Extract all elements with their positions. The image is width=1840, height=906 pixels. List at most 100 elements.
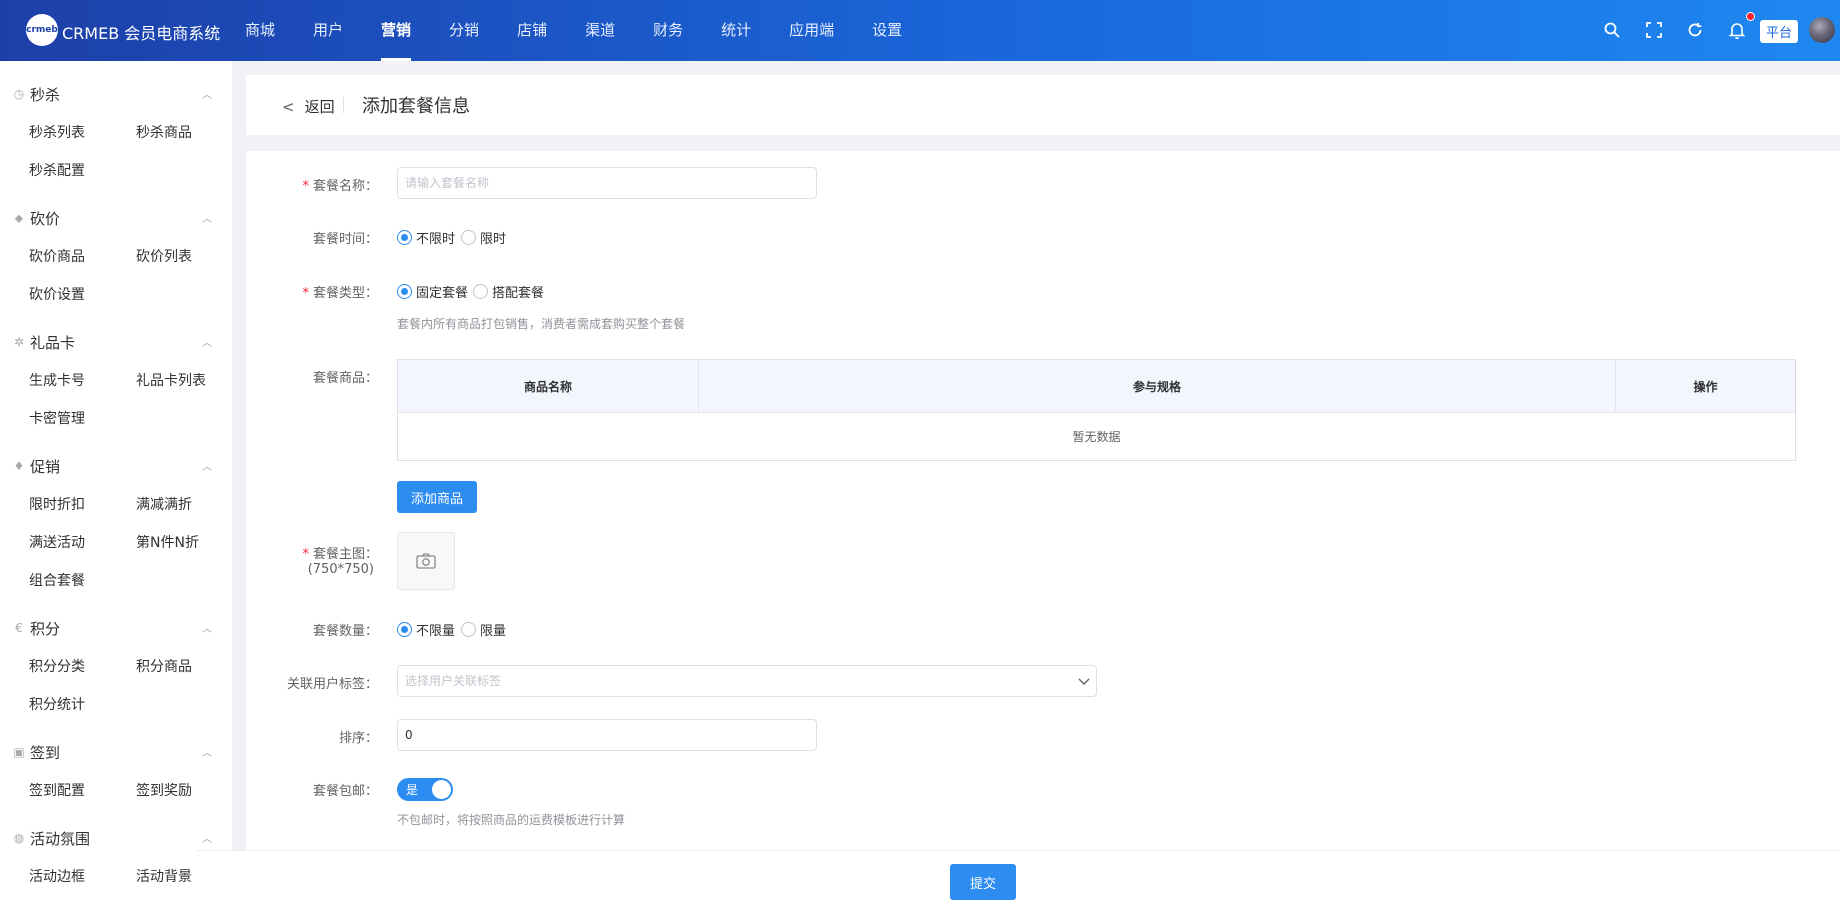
radio-circle-checked bbox=[397, 283, 412, 299]
sidebar-item[interactable]: 秒杀商品 bbox=[136, 122, 192, 142]
sidebar-group-title: 礼品卡 bbox=[30, 333, 76, 352]
chevron-up-icon[interactable]: ︿ bbox=[202, 334, 212, 349]
form-label-quantity: 套餐数量： bbox=[312, 624, 378, 639]
switch-label: 是 bbox=[406, 783, 419, 797]
sidebar-group-header[interactable]: ♦ 促销 bbox=[12, 456, 60, 476]
sidebar-item[interactable]: 卡密管理 bbox=[29, 408, 85, 428]
sidebar-item[interactable]: 满送活动 bbox=[29, 532, 85, 552]
sidebar-group-header[interactable]: ◷ 秒杀 bbox=[12, 84, 60, 104]
nav-item-users[interactable]: 用户 bbox=[294, 0, 362, 61]
label-text: 套餐类型： bbox=[312, 286, 378, 301]
user-tag-select[interactable]: 选择用户关联标签 bbox=[397, 665, 1097, 697]
radio-mix-package[interactable]: 搭配套餐 bbox=[473, 282, 544, 301]
products-table: 商品名称 参与规格 操作 暂无数据 bbox=[397, 359, 1796, 461]
back-button[interactable]: < 返回 bbox=[282, 96, 335, 117]
sidebar-item[interactable]: 积分统计 bbox=[29, 694, 85, 714]
nav-item-apps[interactable]: 应用端 bbox=[770, 0, 853, 61]
add-product-button[interactable]: 添加商品 bbox=[397, 481, 477, 513]
switch-knob bbox=[432, 780, 451, 799]
radio-unlimited-time[interactable]: 不限时 bbox=[397, 228, 455, 247]
radio-circle bbox=[461, 621, 476, 637]
radio-unlimited-quantity[interactable]: 不限量 bbox=[397, 620, 456, 639]
gear-icon: ✲ bbox=[13, 335, 25, 349]
sidebar-group-title: 秒杀 bbox=[30, 85, 61, 104]
sidebar-item[interactable]: 积分商品 bbox=[136, 656, 192, 676]
refresh-icon[interactable] bbox=[1683, 18, 1707, 42]
chevron-up-icon[interactable]: ︿ bbox=[202, 620, 212, 635]
sidebar-item-combo-active[interactable]: 组合套餐 bbox=[29, 570, 85, 590]
form-label-time: 套餐时间： bbox=[312, 232, 378, 247]
sidebar-group-title: 签到 bbox=[30, 743, 61, 762]
package-type-hint: 套餐内所有商品打包销售，消费者需成套购买整个套餐 bbox=[397, 317, 686, 331]
sidebar-group-header[interactable]: ⬥ 砍价 bbox=[12, 208, 60, 228]
sidebar-item[interactable]: 秒杀配置 bbox=[29, 160, 85, 180]
chevron-up-icon[interactable]: ︿ bbox=[202, 830, 212, 845]
required-mark: * bbox=[302, 286, 309, 301]
nav-item-statistics[interactable]: 统计 bbox=[702, 0, 770, 61]
submit-button[interactable]: 提交 bbox=[950, 864, 1016, 900]
sidebar-item[interactable]: 签到奖励 bbox=[136, 780, 192, 800]
radio-limited-quantity[interactable]: 限量 bbox=[461, 620, 506, 639]
nav-item-marketing[interactable]: 营销 bbox=[362, 0, 430, 61]
nav-item-mall[interactable]: 商城 bbox=[226, 0, 294, 61]
nav-item-store[interactable]: 店铺 bbox=[498, 0, 566, 61]
chevron-up-icon[interactable]: ︿ bbox=[202, 458, 212, 473]
bell-icon[interactable] bbox=[1725, 18, 1749, 42]
radio-circle-checked bbox=[397, 229, 412, 245]
sidebar-item[interactable]: 活动边框 bbox=[29, 866, 85, 886]
sidebar-item[interactable]: 积分分类 bbox=[29, 656, 85, 676]
nav-item-finance[interactable]: 财务 bbox=[634, 0, 702, 61]
top-header: crmeb CRMEB 会员电商系统 商城 用户 营销 分销 店铺 渠道 财务 … bbox=[0, 0, 1840, 61]
free-shipping-switch[interactable]: 是 bbox=[397, 778, 453, 801]
sidebar-item[interactable]: 满减满折 bbox=[136, 494, 192, 514]
sidebar-group-title: 积分 bbox=[30, 619, 61, 638]
camera-icon bbox=[416, 553, 436, 569]
chevron-up-icon[interactable]: ︿ bbox=[202, 210, 212, 225]
sidebar-group-header[interactable]: € 积分 bbox=[12, 618, 60, 638]
package-name-input[interactable]: 请输入套餐名称 bbox=[397, 167, 817, 199]
image-upload[interactable] bbox=[397, 532, 455, 590]
form-label-sort: 排序： bbox=[338, 731, 378, 746]
form-label-name: * 套餐名称： bbox=[302, 175, 378, 194]
radio-label: 不限量 bbox=[416, 623, 456, 639]
nav-item-channel[interactable]: 渠道 bbox=[566, 0, 634, 61]
search-icon[interactable] bbox=[1600, 18, 1624, 42]
chevron-up-icon[interactable]: ︿ bbox=[202, 744, 212, 759]
logo-text: crmeb bbox=[26, 25, 58, 35]
sidebar-item[interactable]: 活动背景 bbox=[136, 866, 192, 886]
platform-badge[interactable]: 平台 bbox=[1760, 20, 1799, 43]
sidebar-group-header[interactable]: ▣ 签到 bbox=[12, 742, 60, 762]
sidebar-item[interactable]: 砍价商品 bbox=[29, 246, 85, 266]
sidebar-item[interactable]: 第N件N折 bbox=[136, 532, 199, 552]
sidebar-item[interactable]: 生成卡号 bbox=[29, 370, 85, 390]
form-label-products: 套餐商品： bbox=[312, 371, 378, 386]
form-label-image: * 套餐主图： bbox=[302, 543, 378, 562]
fullscreen-icon[interactable] bbox=[1642, 18, 1666, 42]
avatar[interactable] bbox=[1809, 17, 1835, 43]
sidebar-group-header[interactable]: ✲ 礼品卡 bbox=[12, 332, 75, 352]
calendar-icon: ▣ bbox=[13, 745, 25, 759]
page-title: 添加套餐信息 bbox=[362, 96, 470, 117]
sidebar-item[interactable]: 签到配置 bbox=[29, 780, 85, 800]
top-nav: 商城 用户 营销 分销 店铺 渠道 财务 统计 应用端 设置 bbox=[226, 0, 921, 61]
image-size-hint: (750*750) bbox=[307, 562, 374, 577]
table-empty: 暂无数据 bbox=[1072, 430, 1121, 444]
sidebar-item[interactable]: 秒杀列表 bbox=[29, 122, 85, 142]
radio-circle-checked bbox=[397, 621, 412, 637]
nav-item-settings[interactable]: 设置 bbox=[853, 0, 921, 61]
sidebar-item[interactable]: 砍价设置 bbox=[29, 284, 85, 304]
chevron-up-icon[interactable]: ︿ bbox=[202, 86, 212, 101]
sidebar-group-header[interactable]: ◍ 活动氛围 bbox=[12, 828, 90, 848]
label-text: 套餐名称： bbox=[312, 179, 378, 194]
sidebar-item[interactable]: 礼品卡列表 bbox=[136, 370, 206, 390]
back-label: 返回 bbox=[304, 98, 335, 116]
sort-input[interactable]: 0 bbox=[397, 719, 817, 751]
form-label-type: * 套餐类型： bbox=[302, 282, 378, 301]
sidebar-item[interactable]: 限时折扣 bbox=[29, 494, 85, 514]
select-placeholder: 选择用户关联标签 bbox=[405, 674, 502, 688]
radio-fixed-package[interactable]: 固定套餐 bbox=[397, 282, 468, 301]
radio-limited-time[interactable]: 限时 bbox=[461, 228, 506, 247]
sidebar-item[interactable]: 砍价列表 bbox=[136, 246, 192, 266]
nav-item-distribution[interactable]: 分销 bbox=[430, 0, 498, 61]
logo[interactable]: crmeb bbox=[26, 14, 58, 46]
